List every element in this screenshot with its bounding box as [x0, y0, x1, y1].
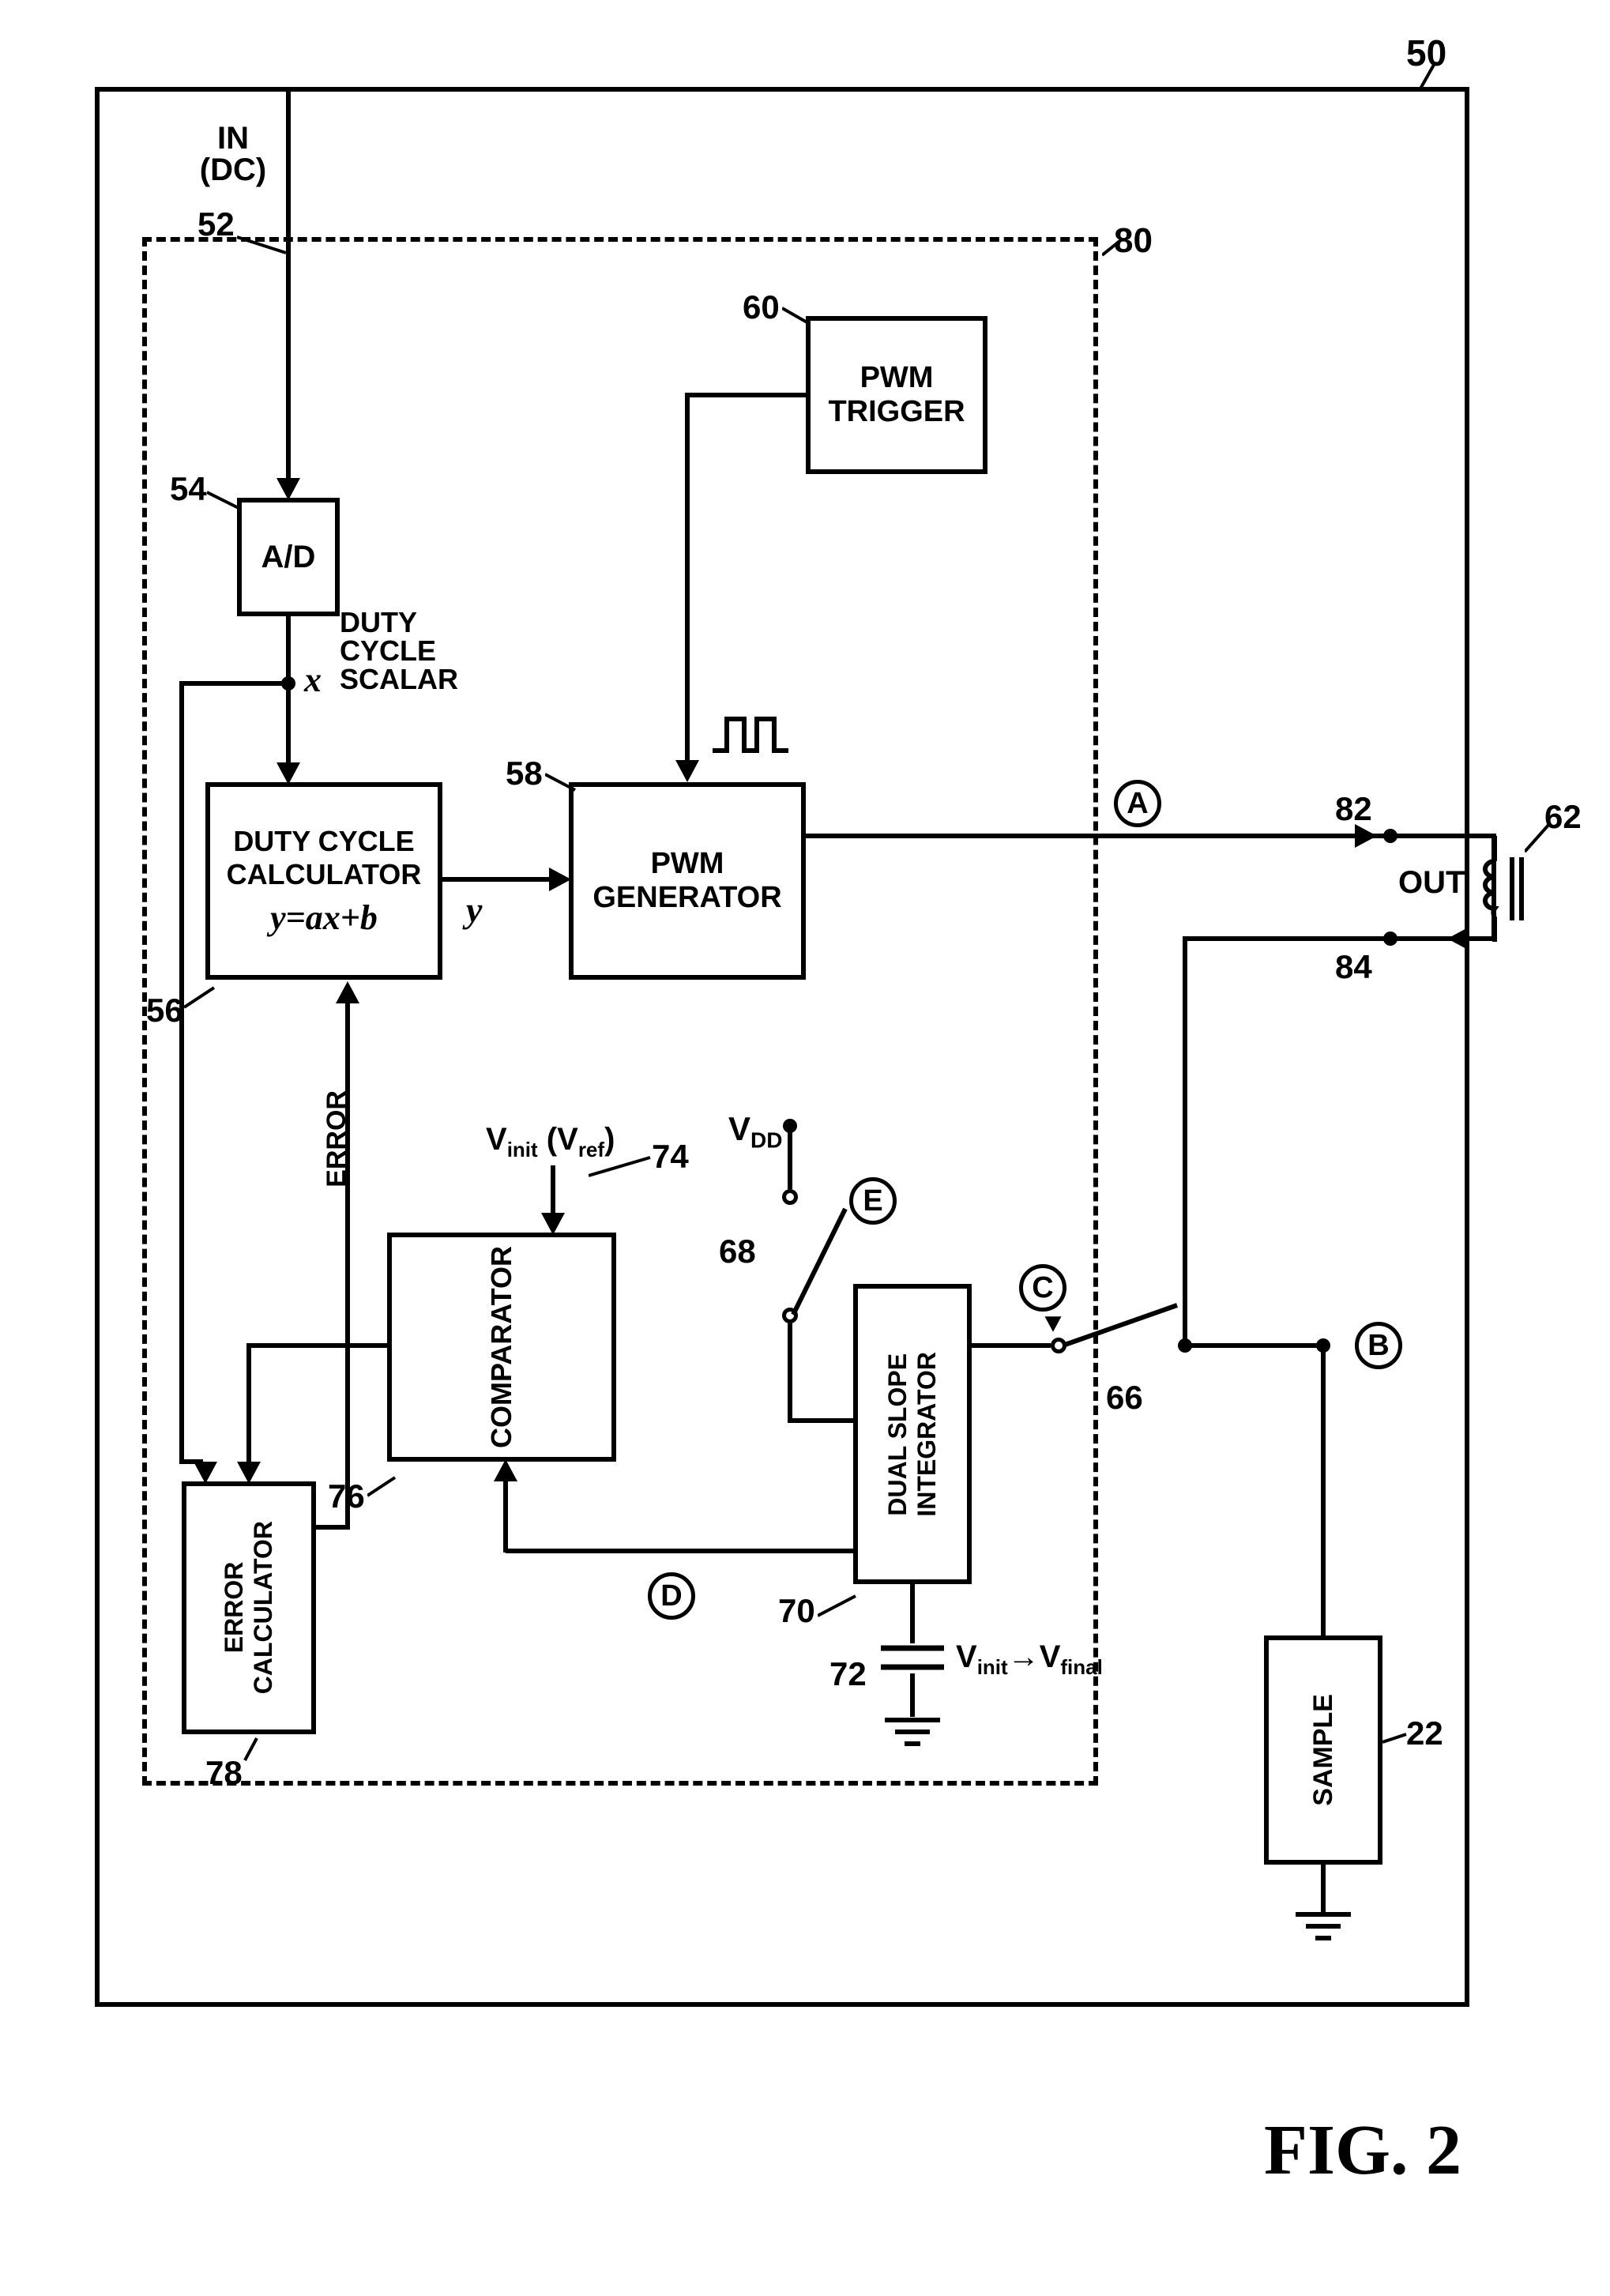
ground-cap-icon [881, 1716, 944, 1756]
wire-66-in [972, 1343, 1051, 1348]
wire-y [442, 877, 553, 882]
node-out-82 [1383, 829, 1397, 843]
wire-x-err-v [179, 681, 184, 1463]
ref-72: 72 [829, 1655, 867, 1693]
ref-52: 52 [197, 205, 235, 243]
arrow-c-pointer [1045, 1316, 1062, 1332]
capacitor-72-icon [877, 1642, 948, 1677]
ref-56: 56 [146, 992, 183, 1029]
node-label-e: E [849, 1177, 897, 1225]
figure-label: FIG. 2 [1264, 2110, 1461, 2191]
wire-x-err-h [182, 681, 288, 686]
wire-comp-err-v [246, 1343, 251, 1466]
ref-82: 82 [1335, 790, 1372, 828]
wire-ad-x [286, 616, 291, 766]
leader-58 [545, 770, 581, 798]
leader-60 [782, 304, 818, 332]
diagram-canvas: IN(DC) 52 A/D 54 x DUTY CYCLE SCALAR DUT… [0, 0, 1610, 2296]
wire-sample-gnd [1321, 1865, 1326, 1912]
wire-84-rail [1185, 936, 1471, 941]
ref-54: 54 [170, 470, 207, 508]
label-y: y [466, 889, 482, 931]
wire-trig-v [685, 393, 690, 764]
pulse-waveform-icon [711, 711, 790, 758]
leader-80 [1102, 235, 1126, 259]
ref-68: 68 [719, 1233, 756, 1270]
wire-b-down [1321, 1343, 1326, 1635]
ref-84: 84 [1335, 948, 1372, 986]
wire-84-to-b [1183, 1343, 1325, 1348]
leader-62 [1525, 822, 1556, 857]
arrow-comp-err [237, 1462, 261, 1484]
wire-err-dcc-h [316, 1525, 348, 1530]
leader-22 [1382, 1718, 1414, 1750]
arrow-trig [675, 760, 699, 782]
wire-err-dcc-v [345, 1002, 350, 1530]
label-error: ERROR [322, 1090, 352, 1188]
label-in: IN(DC) [197, 122, 269, 186]
wire-cap-bot [910, 1673, 915, 1717]
switch-66-arm [1059, 1296, 1193, 1359]
node-label-a: A [1114, 780, 1161, 827]
node-out-84 [1383, 932, 1397, 946]
leader-70 [818, 1592, 861, 1624]
leader-52 [237, 221, 292, 261]
node-b [1316, 1338, 1330, 1353]
wire-vdd [788, 1126, 792, 1189]
block-ad: A/D [237, 498, 340, 616]
arrow-vref [541, 1213, 565, 1235]
wire-in [286, 87, 291, 482]
leader-74 [589, 1154, 656, 1181]
node-label-c: C [1019, 1264, 1066, 1312]
arrow-err-dcc [336, 981, 359, 1003]
arrow-x-err [194, 1462, 217, 1484]
arrow-d-to-comp [494, 1459, 517, 1481]
label-x: x [304, 660, 322, 700]
block-comparator: COMPARATOR [387, 1233, 616, 1462]
block-sample: SAMPLE [1264, 1635, 1382, 1865]
wire-84-down [1183, 936, 1187, 1347]
block-pwm-generator: PWM GENERATOR [569, 782, 806, 980]
wire-comp-err-h [249, 1343, 391, 1348]
arrow-y [549, 868, 571, 891]
label-vinit-vfinal: Vinit→Vfinal [956, 1639, 1103, 1680]
ref-74: 74 [652, 1138, 689, 1176]
label-out: OUT [1398, 865, 1465, 901]
wire-cap-top [910, 1584, 915, 1643]
wire-68-to-integ-h [788, 1418, 859, 1423]
wire-vref [551, 1165, 555, 1217]
node-label-d: D [648, 1572, 695, 1620]
ref-70: 70 [778, 1592, 815, 1630]
arrow-into-ad [276, 478, 300, 500]
label-vdd: VDD [728, 1110, 782, 1153]
leader-76 [367, 1474, 403, 1501]
leader-54 [207, 486, 246, 518]
wire-d-1 [506, 1549, 857, 1553]
ref-58: 58 [506, 755, 543, 792]
node-label-b: B [1355, 1322, 1402, 1369]
ground-sample-icon [1292, 1910, 1355, 1950]
leader-50 [1418, 65, 1446, 96]
label-duty-cycle-scalar: DUTY CYCLE SCALAR [340, 608, 458, 694]
wire-d-2 [503, 1477, 508, 1553]
wire-trig-h [687, 393, 810, 397]
switch-68-arm [790, 1193, 861, 1319]
leader-56 [184, 984, 220, 1015]
arrow-into-dcc [276, 762, 300, 785]
leader-78 [237, 1737, 265, 1764]
block-error-calculator: ERRORCALCULATOR [182, 1481, 316, 1734]
ref-60: 60 [743, 288, 780, 326]
block-dual-slope-integrator: DUAL SLOPEINTEGRATOR [853, 1284, 972, 1584]
block-pwm-trigger: PWM TRIGGER [806, 316, 987, 474]
arrow-84 [1447, 927, 1469, 950]
ref-66: 66 [1106, 1379, 1143, 1417]
block-duty-cycle-calculator: DUTY CYCLE CALCULATOR y=ax+b [205, 782, 442, 980]
wire-68-to-integ-v [788, 1323, 792, 1422]
